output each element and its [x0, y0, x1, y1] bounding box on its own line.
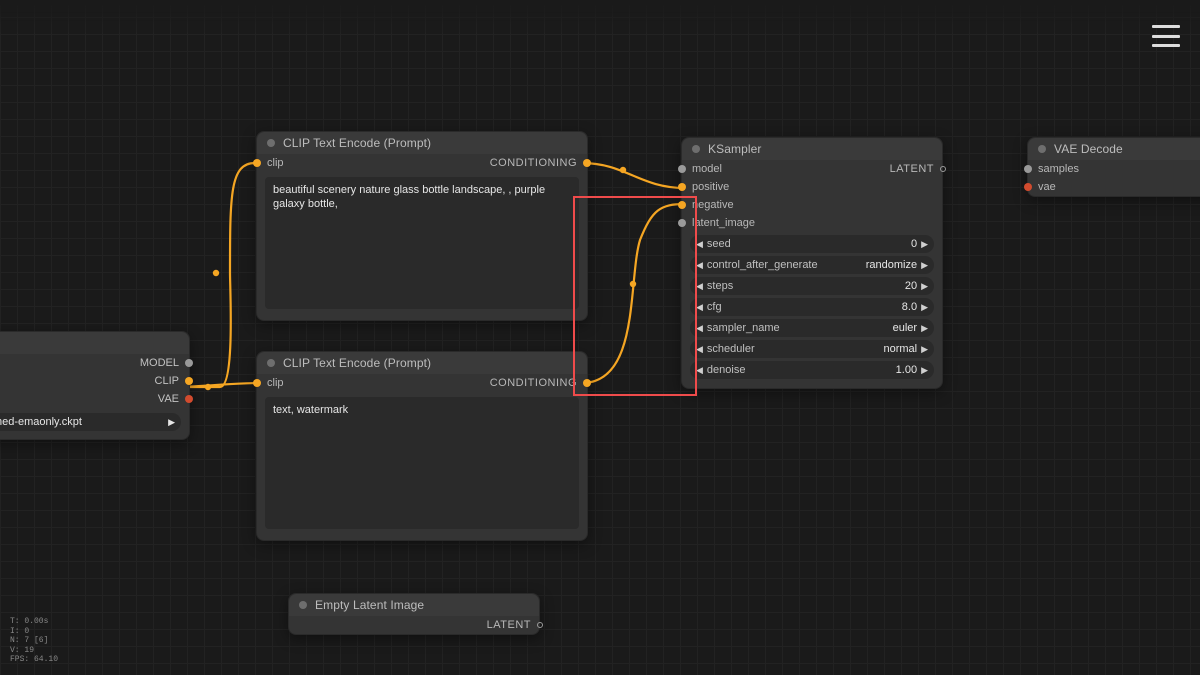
input-label-positive: positive: [692, 181, 729, 193]
input-label-vae: vae: [1038, 181, 1056, 193]
port-samples-in[interactable]: [1024, 165, 1032, 173]
port-latent-image-in[interactable]: [678, 219, 686, 227]
prompt-text: beautiful scenery nature glass bottle la…: [273, 184, 545, 210]
widget-label: steps: [707, 280, 905, 292]
collapse-toggle-icon[interactable]: [267, 139, 275, 147]
port-vae-out[interactable]: [185, 395, 193, 403]
widget-sampler-name[interactable]: ◀ sampler_name euler ▶: [690, 319, 934, 337]
chevron-right-icon: ▶: [168, 417, 175, 428]
chevron-right-icon[interactable]: ▶: [921, 344, 928, 355]
collapse-toggle-icon[interactable]: [267, 359, 275, 367]
port-model-in[interactable]: [678, 165, 686, 173]
node-empty-latent-image[interactable]: Empty Latent Image LATENT: [288, 593, 540, 635]
menu-icon[interactable]: [1152, 25, 1180, 47]
chevron-right-icon[interactable]: ▶: [921, 365, 928, 376]
input-label-clip: clip: [267, 377, 284, 389]
widget-cfg[interactable]: ◀ cfg 8.0 ▶: [690, 298, 934, 316]
input-label-negative: negative: [692, 199, 734, 211]
node-title: VAE Decode: [1054, 142, 1123, 156]
widget-value: randomize: [866, 259, 917, 271]
widget-value: 1.00: [896, 364, 917, 376]
output-label-conditioning: CONDITIONING: [490, 157, 577, 169]
port-clip-in[interactable]: [253, 379, 261, 387]
collapse-toggle-icon[interactable]: [1038, 145, 1046, 153]
input-label-clip: clip: [267, 157, 284, 169]
widget-scheduler[interactable]: ◀ scheduler normal ▶: [690, 340, 934, 358]
port-latent-out[interactable]: [940, 166, 946, 172]
node-title: CLIP Text Encode (Prompt): [283, 136, 431, 150]
port-clip-out[interactable]: [185, 377, 193, 385]
widget-seed[interactable]: ◀ seed 0 ▶: [690, 235, 934, 253]
input-label-model: model: [692, 163, 722, 175]
output-label-latent: LATENT: [487, 619, 531, 631]
chevron-right-icon[interactable]: ▶: [921, 302, 928, 313]
port-conditioning-out[interactable]: [583, 159, 591, 167]
widget-value: 0: [911, 238, 917, 250]
prompt-textarea[interactable]: beautiful scenery nature glass bottle la…: [265, 177, 579, 309]
chevron-left-icon[interactable]: ◀: [696, 260, 703, 271]
node-load-checkpoint[interactable]: oint MODEL CLIP VAE v1-5-pruned-emaonly.…: [0, 331, 190, 440]
node-title: KSampler: [708, 142, 762, 156]
input-label-latent-image: latent_image: [692, 217, 755, 229]
chevron-right-icon[interactable]: ▶: [921, 281, 928, 292]
collapse-toggle-icon[interactable]: [299, 601, 307, 609]
node-ksampler[interactable]: KSampler model LATENT positive negative …: [681, 137, 943, 389]
chevron-left-icon[interactable]: ◀: [696, 239, 703, 250]
chevron-right-icon[interactable]: ▶: [921, 239, 928, 250]
input-label-samples: samples: [1038, 163, 1079, 175]
widget-label: sampler_name: [707, 322, 893, 334]
widget-denoise[interactable]: ◀ denoise 1.00 ▶: [690, 361, 934, 379]
node-clip-text-encode-negative[interactable]: CLIP Text Encode (Prompt) clip CONDITION…: [256, 351, 588, 541]
widget-steps[interactable]: ◀ steps 20 ▶: [690, 277, 934, 295]
output-label-vae: VAE: [158, 393, 179, 405]
chevron-right-icon[interactable]: ▶: [921, 323, 928, 334]
widget-value: normal: [883, 343, 917, 355]
node-title: CLIP Text Encode (Prompt): [283, 356, 431, 370]
port-model-out[interactable]: [185, 359, 193, 367]
widget-control-after-generate[interactable]: ◀ control_after_generate randomize ▶: [690, 256, 934, 274]
chevron-left-icon[interactable]: ◀: [696, 302, 703, 313]
chevron-left-icon[interactable]: ◀: [696, 365, 703, 376]
prompt-textarea[interactable]: text, watermark: [265, 397, 579, 529]
chevron-left-icon[interactable]: ◀: [696, 323, 703, 334]
port-clip-in[interactable]: [253, 159, 261, 167]
output-label-clip: CLIP: [155, 375, 179, 387]
stats-hud: T: 0.00s I: 0 N: 7 [6] V: 19 FPS: 64.10: [10, 617, 58, 665]
chevron-left-icon[interactable]: ◀: [696, 281, 703, 292]
widget-value: 8.0: [902, 301, 917, 313]
ckpt-name-value: v1-5-pruned-emaonly.ckpt: [0, 416, 82, 428]
node-title: Empty Latent Image: [315, 598, 424, 612]
widget-label: scheduler: [707, 343, 884, 355]
output-label-conditioning: CONDITIONING: [490, 377, 577, 389]
widget-label: seed: [707, 238, 911, 250]
chevron-left-icon[interactable]: ◀: [696, 344, 703, 355]
node-clip-text-encode-positive[interactable]: CLIP Text Encode (Prompt) clip CONDITION…: [256, 131, 588, 321]
widget-label: cfg: [707, 301, 902, 313]
output-label-model: MODEL: [140, 357, 179, 369]
collapse-toggle-icon[interactable]: [692, 145, 700, 153]
chevron-right-icon[interactable]: ▶: [921, 260, 928, 271]
port-negative-in[interactable]: [678, 201, 686, 209]
prompt-text: text, watermark: [273, 404, 348, 416]
ckpt-name-widget[interactable]: v1-5-pruned-emaonly.ckpt ▶: [0, 413, 181, 431]
widget-label: control_after_generate: [707, 259, 866, 271]
widget-value: euler: [893, 322, 917, 334]
output-label-latent: LATENT: [890, 163, 934, 175]
port-positive-in[interactable]: [678, 183, 686, 191]
node-vae-decode[interactable]: VAE Decode samples IMAGE vae: [1027, 137, 1200, 197]
widget-label: denoise: [707, 364, 896, 376]
port-conditioning-out[interactable]: [583, 379, 591, 387]
widget-value: 20: [905, 280, 917, 292]
port-vae-in[interactable]: [1024, 183, 1032, 191]
port-latent-out[interactable]: [537, 622, 543, 628]
